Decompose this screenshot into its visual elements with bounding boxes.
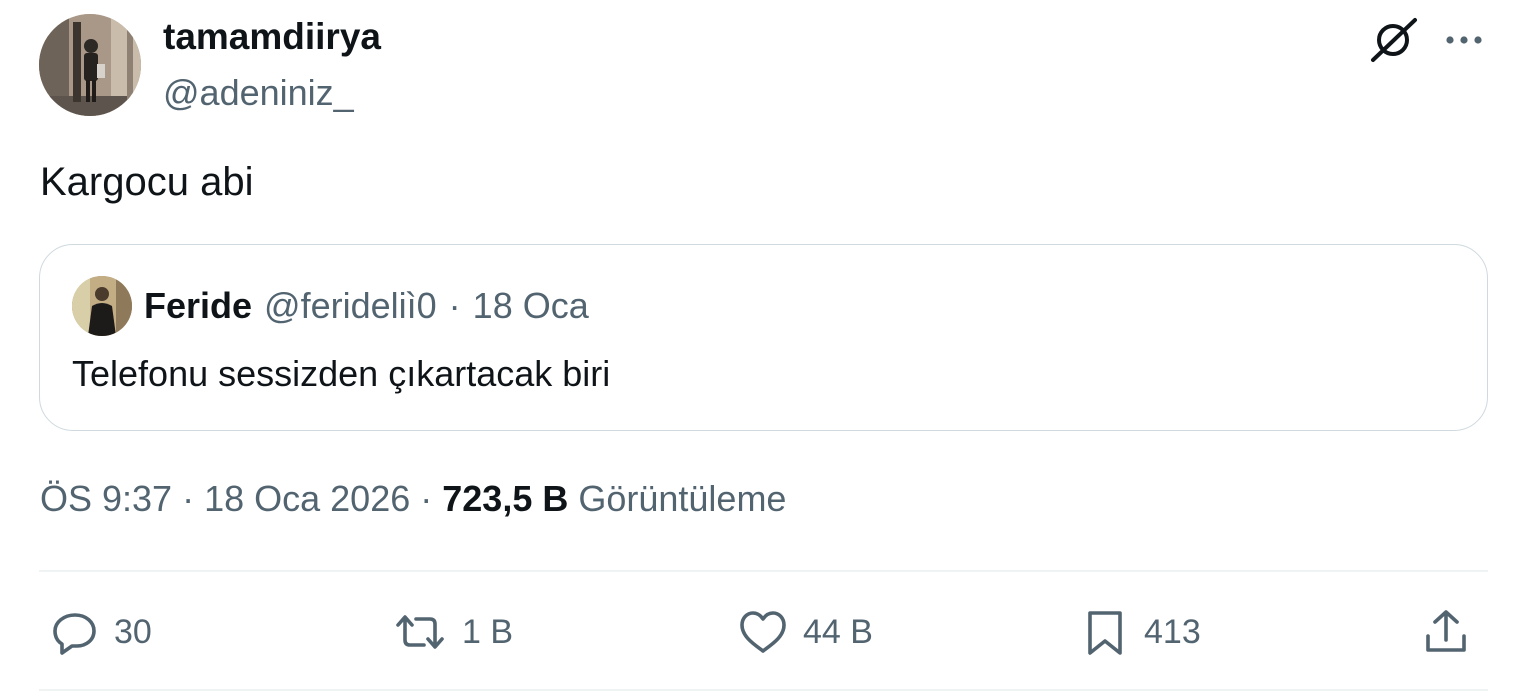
tweet-time[interactable]: ÖS 9:37: [40, 478, 172, 520]
share-button[interactable]: [1420, 606, 1472, 658]
tweet-meta: ÖS 9:37 · 18 Oca 2026 · 723,5 B Görüntül…: [40, 478, 786, 520]
reply-count: 30: [114, 612, 152, 651]
quoted-date[interactable]: 18 Oca: [473, 285, 589, 327]
share-icon: [1426, 610, 1466, 652]
quoted-text: Telefonu sessizden çıkartacak biri: [72, 353, 611, 394]
repost-icon: [396, 615, 444, 649]
more-options-icon[interactable]: [1440, 20, 1490, 60]
divider: [39, 689, 1488, 691]
grok-icon[interactable]: [1370, 14, 1420, 64]
reply-icon: [53, 613, 96, 655]
heart-icon: [740, 611, 786, 653]
author-display-name[interactable]: tamamdiirya: [163, 16, 381, 58]
tweet-date[interactable]: 18 Oca 2026: [204, 478, 410, 520]
bookmark-button[interactable]: 413: [1080, 606, 1201, 658]
repost-button[interactable]: 1 B: [392, 606, 513, 658]
author-avatar[interactable]: [39, 14, 141, 116]
repost-count: 1 B: [462, 612, 514, 651]
quoted-handle[interactable]: @ferideliì0: [264, 285, 437, 327]
meta-separator-2: ·: [420, 478, 433, 519]
divider: [39, 570, 1488, 572]
meta-separator: ·: [182, 478, 195, 519]
reply-button[interactable]: 30: [50, 606, 152, 658]
views-label: Görüntüleme: [578, 478, 787, 519]
quoted-display-name[interactable]: Feride: [144, 285, 252, 327]
views-count: 723,5 B: [442, 478, 569, 519]
quoted-separator: ·: [448, 285, 461, 326]
avatar-photo: [39, 14, 141, 116]
bookmark-icon: [1088, 611, 1122, 655]
tweet-text: Kargocu abi: [40, 160, 254, 204]
quoted-author-avatar[interactable]: [72, 276, 132, 336]
quoted-tweet[interactable]: Feride @ferideliì0 · 18 Oca Telefonu ses…: [39, 244, 1488, 431]
quoted-avatar-photo: [72, 276, 132, 336]
bookmark-count: 413: [1144, 612, 1201, 651]
author-handle[interactable]: @adeniniz_: [163, 72, 354, 114]
like-button[interactable]: 44 B: [737, 606, 873, 658]
like-count: 44 B: [803, 612, 873, 651]
tweet: tamamdiirya @adeniniz_ Kargocu abi Ferid…: [0, 0, 1532, 696]
quoted-header: Feride @ferideliì0 · 18 Oca: [144, 285, 589, 327]
